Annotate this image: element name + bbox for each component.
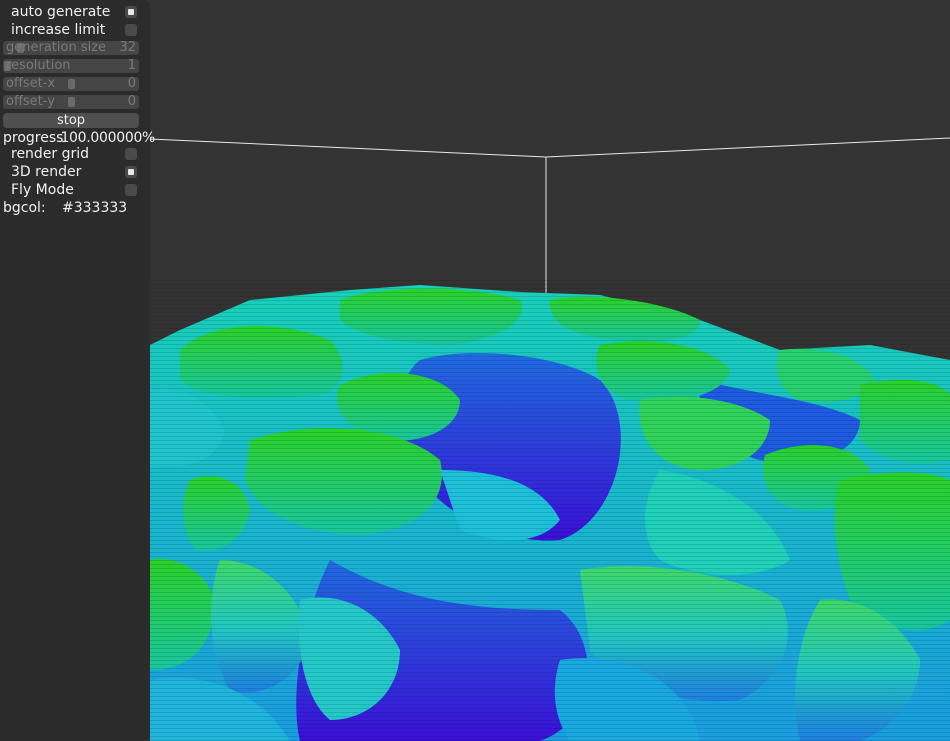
control-panel: auto generate increase limit generation … bbox=[0, 0, 155, 741]
3d-render-toggle[interactable]: 3D render bbox=[0, 163, 150, 181]
offset-y-slider[interactable]: offset-y 0 bbox=[3, 95, 139, 109]
increase-limit-checkbox[interactable] bbox=[125, 24, 137, 36]
auto-generate-label: auto generate bbox=[11, 4, 111, 20]
increase-limit-toggle[interactable]: increase limit bbox=[0, 21, 150, 39]
stop-button[interactable]: stop bbox=[3, 113, 139, 128]
resolution-slider[interactable]: resolution 1 bbox=[3, 59, 139, 73]
auto-generate-checkbox[interactable] bbox=[125, 6, 137, 18]
generation-size-slider[interactable]: generation size 32 bbox=[3, 41, 139, 55]
offset-y-value: 0 bbox=[127, 95, 136, 109]
3d-render-label: 3D render bbox=[11, 164, 82, 180]
offset-x-value: 0 bbox=[127, 77, 136, 91]
3d-render-checkbox[interactable] bbox=[125, 166, 137, 178]
fly-mode-toggle[interactable]: Fly Mode bbox=[0, 181, 150, 199]
render-grid-toggle[interactable]: render grid bbox=[0, 145, 150, 163]
generation-size-value: 32 bbox=[119, 41, 136, 55]
bgcol-row: bgcol: bbox=[3, 199, 46, 217]
generation-size-label: generation size bbox=[6, 41, 107, 55]
progress-label: progress bbox=[3, 130, 64, 146]
resolution-value: 1 bbox=[127, 59, 136, 73]
bgcol-label: bgcol: bbox=[3, 200, 46, 216]
progress-value: 100.000000% bbox=[60, 130, 156, 146]
resolution-label: resolution bbox=[6, 59, 71, 73]
fly-mode-label: Fly Mode bbox=[11, 182, 74, 198]
fly-mode-checkbox[interactable] bbox=[125, 184, 137, 196]
offset-x-label: offset-x bbox=[6, 77, 56, 91]
terrain-mesh bbox=[150, 280, 950, 741]
render-grid-checkbox[interactable] bbox=[125, 148, 137, 160]
increase-limit-label: increase limit bbox=[11, 22, 106, 38]
offset-x-thumb[interactable] bbox=[68, 79, 75, 89]
offset-y-label: offset-y bbox=[6, 95, 55, 109]
auto-generate-toggle[interactable]: auto generate bbox=[0, 3, 150, 21]
bounds-wireframe bbox=[149, 137, 950, 300]
offset-x-slider[interactable]: offset-x 0 bbox=[3, 77, 139, 91]
bgcol-input[interactable]: #333333 bbox=[62, 199, 127, 217]
render-grid-label: render grid bbox=[11, 146, 90, 162]
offset-y-thumb[interactable] bbox=[68, 97, 75, 107]
